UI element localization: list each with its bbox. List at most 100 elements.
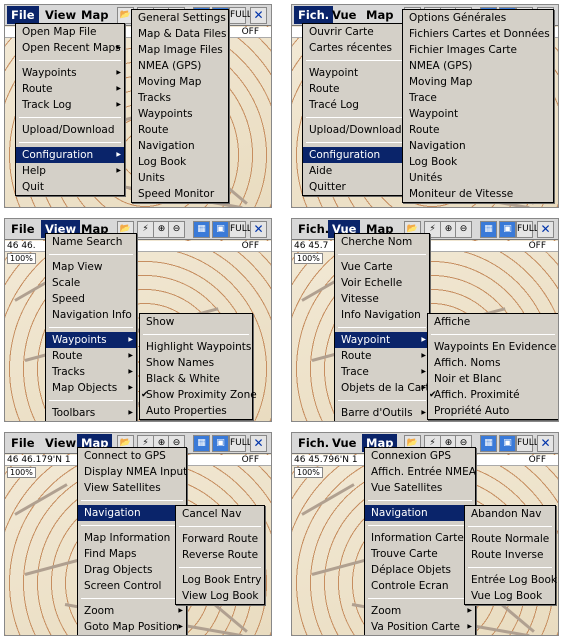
menu-item[interactable]: Name Search: [46, 234, 136, 250]
menu-item[interactable]: General Settings: [132, 10, 228, 26]
menu-item[interactable]: Open Map File: [16, 24, 124, 40]
menu-item[interactable]: Fichier Images Carte: [403, 42, 553, 58]
menu-view[interactable]: View: [41, 434, 80, 452]
full-screen-icon[interactable]: FULL: [229, 435, 252, 452]
menu-item[interactable]: Noir et Blanc: [428, 371, 558, 387]
map-small-icon[interactable]: ▦: [480, 435, 497, 452]
menu-item[interactable]: Barre d'Outils: [335, 405, 429, 421]
menu-item[interactable]: Speed: [46, 291, 136, 307]
menu-item[interactable]: Cartes récentes: [303, 40, 411, 56]
menu-item[interactable]: Waypoints: [46, 332, 136, 348]
menu-item[interactable]: Tracks: [132, 90, 228, 106]
menu-item[interactable]: Zoom: [365, 603, 475, 619]
menu-item[interactable]: Map & Data Files: [132, 26, 228, 42]
main-menu[interactable]: Connect to GPS Display NMEA Input View Sat…: [77, 447, 187, 635]
menu-item[interactable]: Navigation Info: [46, 307, 136, 323]
menu-item[interactable]: Route: [46, 348, 136, 364]
menu-item[interactable]: Map Image Files: [132, 42, 228, 58]
menu-item[interactable]: Navigation: [132, 138, 228, 154]
menu-item[interactable]: Toolbars: [46, 405, 136, 421]
menu-item[interactable]: Log Book Entry: [176, 572, 264, 588]
menu-item[interactable]: NMEA (GPS): [132, 58, 228, 74]
menu-item[interactable]: Tracks: [46, 364, 136, 380]
menu-item[interactable]: Entrée Log Book: [465, 572, 557, 588]
menu-map[interactable]: Map: [362, 6, 397, 24]
menu-item[interactable]: Connect to GPS: [78, 448, 186, 464]
menu-item[interactable]: Affiche: [428, 314, 558, 330]
menu-item[interactable]: Route Inverse: [465, 547, 555, 563]
menu-view[interactable]: View: [41, 6, 80, 24]
menu-item[interactable]: Waypoints: [132, 106, 228, 122]
zoom-out-icon[interactable]: ⊖: [168, 221, 185, 238]
menu-item[interactable]: Waypoint: [335, 332, 429, 348]
menu-item[interactable]: Vue Satellites: [365, 480, 475, 496]
submenu-menu[interactable]: Options Générales Fichiers Cartes et Donn…: [402, 9, 554, 203]
menu-item[interactable]: Waypoints En Evidence: [428, 339, 558, 355]
menu-item[interactable]: Configuration: [16, 147, 124, 163]
close-icon[interactable]: ✕: [537, 435, 554, 452]
menu-item[interactable]: Show Names: [140, 355, 252, 371]
menu-item[interactable]: Trace: [335, 364, 429, 380]
menu-item[interactable]: Vue Log Book: [465, 588, 555, 604]
submenu-menu[interactable]: Cancel Nav Forward Route Reverse Route Log …: [175, 505, 265, 605]
main-menu[interactable]: Cherche Nom Vue Carte Voir Echelle Vitesse I…: [334, 233, 436, 421]
map-small-icon[interactable]: ▦: [480, 221, 497, 238]
map-image-icon[interactable]: ▣: [499, 435, 516, 452]
menu-item[interactable]: Speed Monitor: [132, 186, 228, 202]
menu-item[interactable]: Route Normale: [465, 531, 555, 547]
menu-item[interactable]: Info Navigation: [335, 307, 429, 323]
map-image-icon[interactable]: ▣: [499, 221, 516, 238]
menu-map[interactable]: Map: [77, 6, 112, 24]
menu-item[interactable]: Aide: [303, 163, 411, 179]
menu-item[interactable]: Navigation: [365, 505, 475, 521]
menu-file[interactable]: File: [7, 434, 39, 452]
menu-item[interactable]: Upload/Download: [16, 122, 124, 138]
close-icon[interactable]: ✕: [537, 221, 554, 238]
menu-item[interactable]: Auto Properties: [140, 403, 252, 419]
menu-item[interactable]: Black & White: [140, 371, 252, 387]
menu-item[interactable]: Affich. Noms: [428, 355, 558, 371]
submenu-menu[interactable]: Abandon Nav Route Normale Route Inverse Ent…: [464, 505, 557, 605]
menu-item[interactable]: Goto Map Position: [78, 619, 186, 635]
menu-item[interactable]: Route: [403, 122, 553, 138]
menu-item[interactable]: Display NMEA Input: [78, 464, 187, 480]
menu-item[interactable]: Scale: [46, 275, 136, 291]
menu-item[interactable]: Drag Objects: [78, 562, 186, 578]
menu-item[interactable]: Route: [303, 81, 411, 97]
zoom-out-icon[interactable]: ⊖: [455, 221, 472, 238]
menu-item[interactable]: Unités: [403, 170, 553, 186]
menu-item[interactable]: Tracé Log: [303, 97, 411, 113]
menu-item[interactable]: Route: [16, 81, 124, 97]
menu-item[interactable]: Configuration: [303, 147, 411, 163]
menu-item[interactable]: Help: [16, 163, 124, 179]
menu-item[interactable]: Déplace Objets: [365, 562, 475, 578]
menu-item[interactable]: Screen Control: [78, 578, 186, 594]
menu-item[interactable]: Upload/Download: [303, 122, 411, 138]
map-small-icon[interactable]: ▦: [193, 435, 210, 452]
menu-item[interactable]: Vitesse: [335, 291, 429, 307]
menu-item[interactable]: Trouve Carte: [365, 546, 475, 562]
menu-item[interactable]: Reverse Route: [176, 547, 264, 563]
menu-item[interactable]: Navigation: [403, 138, 553, 154]
menu-item[interactable]: Trace: [403, 90, 553, 106]
menu-item[interactable]: Log Book: [132, 154, 228, 170]
main-menu[interactable]: Connexion GPS Affich. Entrée NMEA Vue Sate…: [364, 447, 476, 635]
menu-item[interactable]: Track Log: [16, 97, 124, 113]
menu-item[interactable]: Ouvrir Carte: [303, 24, 411, 40]
menu-item[interactable]: View Log Book: [176, 588, 264, 604]
menu-item[interactable]: Quitter: [303, 179, 411, 195]
menu-item[interactable]: Zoom: [78, 603, 186, 619]
menu-item[interactable]: Units: [132, 170, 228, 186]
main-menu[interactable]: Name Search Map View Scale Speed Navigation …: [45, 233, 137, 421]
close-icon[interactable]: ✕: [250, 435, 267, 452]
full-screen-icon[interactable]: FULL: [229, 221, 252, 238]
menu-item[interactable]: View Satellites: [78, 480, 186, 496]
map-image-icon[interactable]: ▣: [212, 221, 229, 238]
full-screen-icon[interactable]: FULL: [516, 221, 539, 238]
menu-item[interactable]: Moving Map: [132, 74, 228, 90]
gps-icon[interactable]: ⚡: [137, 221, 154, 238]
submenu-menu[interactable]: General Settings Map & Data Files Map Imag…: [131, 9, 229, 203]
submenu-menu[interactable]: Show Highlight Waypoints Show Names Black &…: [139, 313, 257, 420]
menu-item[interactable]: Affich. Proximité: [428, 387, 558, 403]
menu-item[interactable]: Waypoint: [403, 106, 553, 122]
